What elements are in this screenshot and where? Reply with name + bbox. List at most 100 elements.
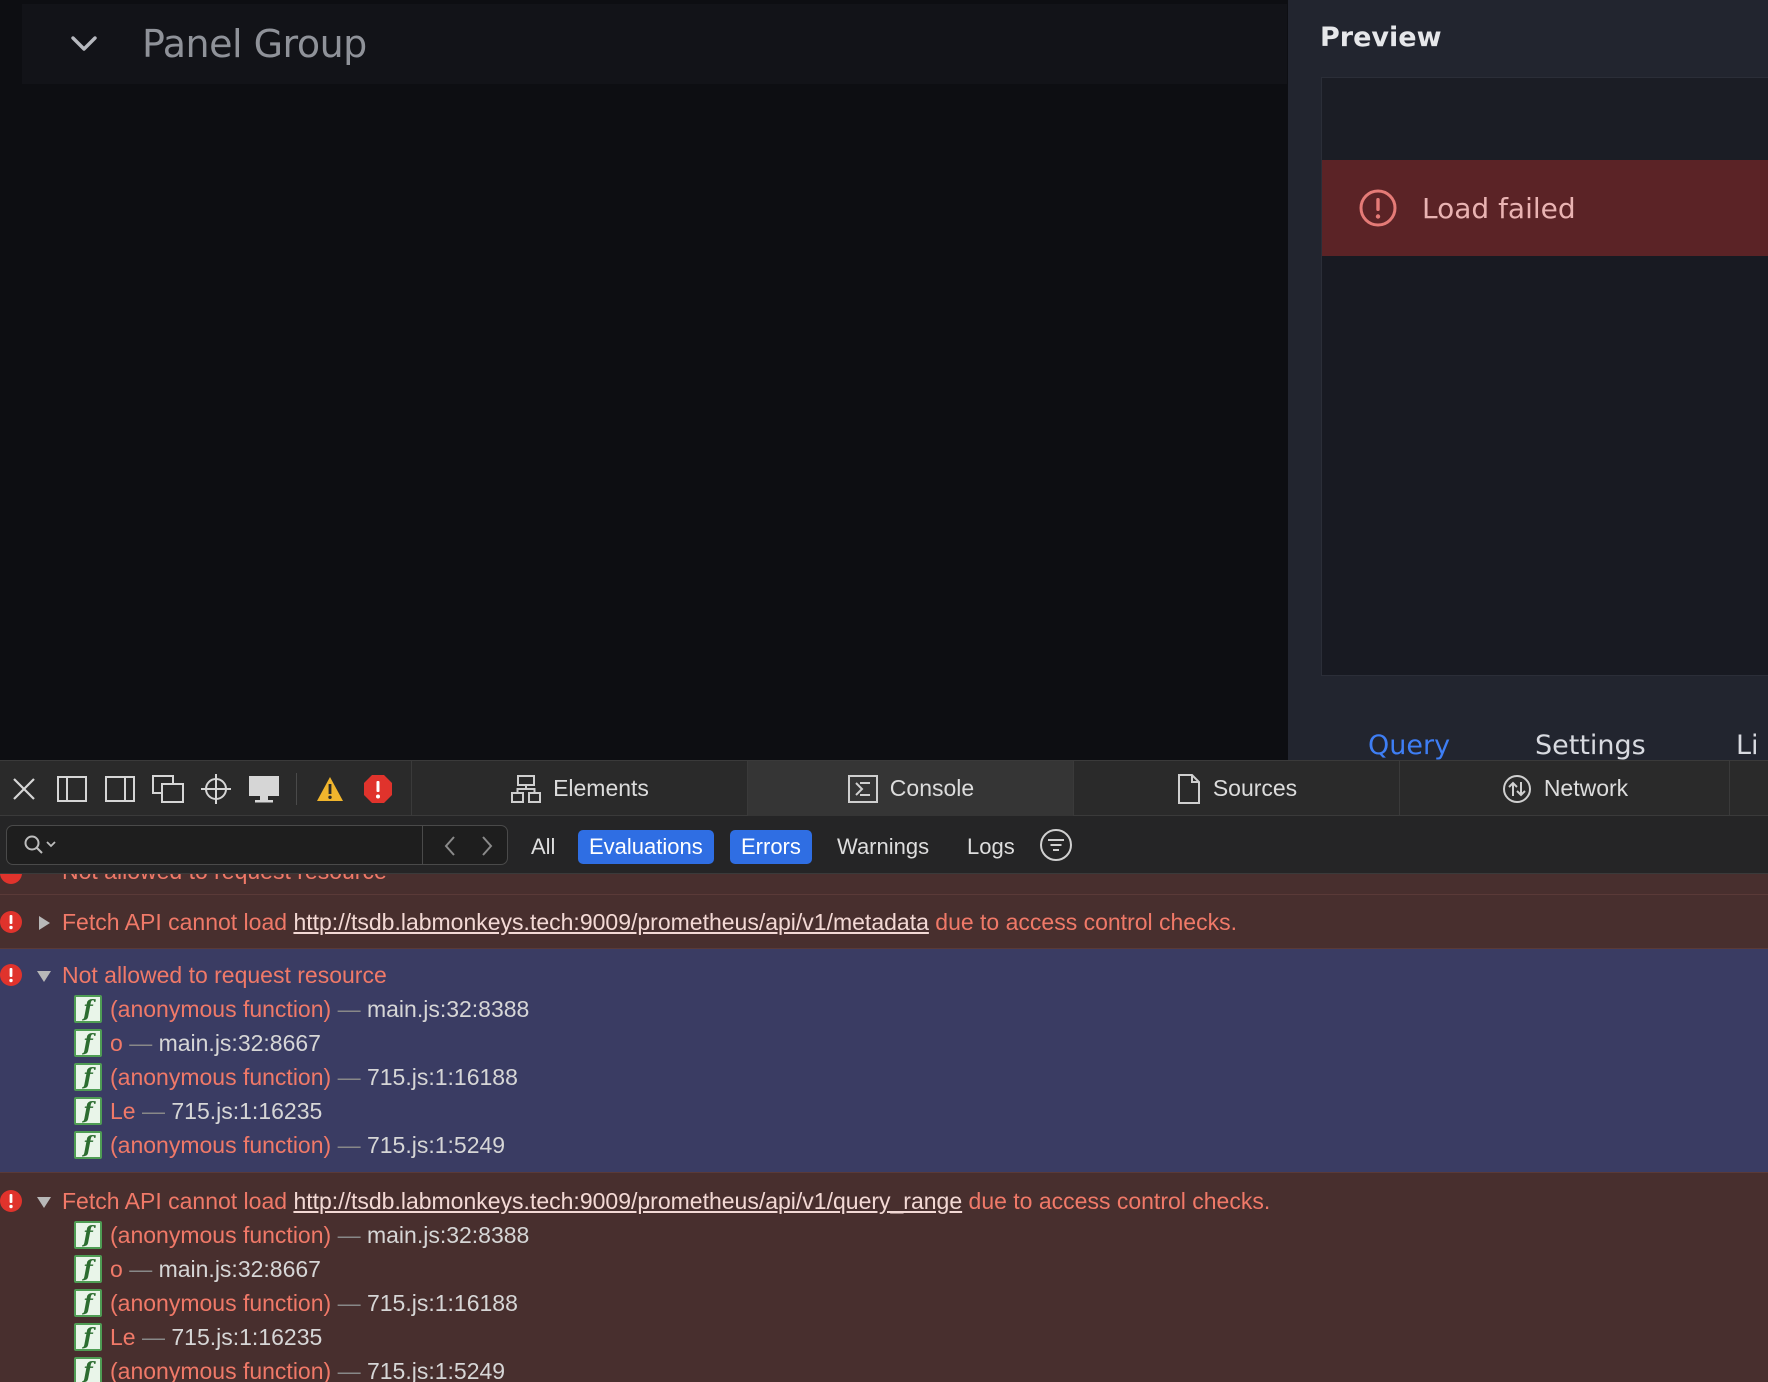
stack-frame[interactable]: f (anonymous function) — main.js:32:8388 [0, 1218, 1768, 1252]
undock-icon[interactable] [150, 771, 186, 807]
filter-logs[interactable]: Logs [956, 830, 1026, 864]
search-divider [422, 826, 423, 864]
filter-errors[interactable]: Errors [730, 830, 812, 864]
function-icon: f [74, 1221, 102, 1249]
frame-location[interactable]: main.js:32:8667 [159, 1256, 321, 1282]
console-output: Not allowed to request resource Fetch AP… [0, 874, 1768, 1382]
filter-evaluations[interactable]: Evaluations [578, 830, 714, 864]
tab-console[interactable]: Console [747, 761, 1074, 816]
sources-icon [1177, 773, 1200, 804]
frame-location[interactable]: main.js:32:8388 [367, 996, 529, 1022]
frame-dash: — [129, 1030, 153, 1056]
tab-network-label: Network [1543, 775, 1629, 801]
preview-title: Preview [1320, 22, 1442, 53]
frame-function: (anonymous function) [110, 1290, 332, 1316]
frame-dash: — [141, 1098, 165, 1124]
stack-frame[interactable]: f (anonymous function) — 715.js:1:16188 [0, 1286, 1768, 1320]
frame-function: (anonymous function) [110, 1064, 332, 1090]
frame-location[interactable]: 715.js:1:5249 [367, 1358, 505, 1382]
frame-location[interactable]: main.js:32:8667 [159, 1030, 321, 1056]
tab-sources-label: Sources [1212, 775, 1298, 801]
message-text: Fetch API cannot load [62, 1188, 294, 1214]
frame-location[interactable]: 715.js:1:16188 [367, 1064, 518, 1090]
frame-dash: — [337, 1064, 361, 1090]
message-head: Fetch API cannot load http://tsdb.labmon… [0, 905, 1768, 939]
app-area: Panel Group Preview Load failed Query Se… [0, 0, 1768, 760]
stack-frame[interactable]: f Le — 715.js:1:16235 [0, 1320, 1768, 1354]
dock-right-icon[interactable] [102, 771, 138, 807]
frame-function: Le [110, 1324, 136, 1350]
elements-icon [511, 774, 542, 803]
frame-function: o [110, 1030, 123, 1056]
dock-left-icon[interactable] [54, 771, 90, 807]
close-icon[interactable] [6, 771, 42, 807]
frame-dash: — [141, 1324, 165, 1350]
crosshair-icon[interactable] [198, 771, 234, 807]
load-failed-alert: Load failed [1322, 160, 1768, 256]
frame-function: (anonymous function) [110, 1358, 332, 1382]
frame-location[interactable]: 715.js:1:5249 [367, 1132, 505, 1158]
frame-function: (anonymous function) [110, 1222, 332, 1248]
frame-location[interactable]: 715.js:1:16235 [171, 1098, 322, 1124]
disclosure-down-icon[interactable] [36, 1194, 52, 1210]
frame-location[interactable]: main.js:32:8388 [367, 1222, 529, 1248]
function-icon: f [74, 1289, 102, 1317]
tab-network[interactable]: Network [1399, 761, 1730, 816]
disclosure-down-icon[interactable] [36, 968, 52, 984]
warning-icon[interactable] [312, 771, 348, 807]
tab-li[interactable]: Li [1736, 730, 1759, 760]
frame-location[interactable]: 715.js:1:16188 [367, 1290, 518, 1316]
tab-overflow[interactable] [1729, 761, 1768, 816]
message-text-suffix: due to access control checks. [962, 1188, 1271, 1214]
toolbar-divider [296, 773, 297, 805]
console-search-input[interactable] [71, 829, 425, 863]
console-icon [847, 774, 878, 803]
chevron-down-icon[interactable] [64, 24, 104, 64]
load-failed-text: Load failed [1422, 191, 1576, 225]
preview-topbar [1322, 78, 1768, 160]
function-icon: f [74, 1357, 102, 1382]
stack-frame[interactable]: fo — main.js:32:8667 [0, 1252, 1768, 1286]
console-message[interactable]: Fetch API cannot load http://tsdb.labmon… [0, 1172, 1768, 1382]
message-url[interactable]: http://tsdb.labmonkeys.tech:9009/prometh… [293, 909, 928, 935]
filter-all[interactable]: All [520, 830, 566, 864]
frame-function: o [110, 1256, 123, 1282]
stack-frame[interactable]: f (anonymous function) — 715.js:1:5249 [0, 1128, 1768, 1162]
tab-query[interactable]: Query [1368, 730, 1450, 760]
devtools-tab-bar: Elements Console Sources Network [0, 760, 1768, 816]
tab-sources[interactable]: Sources [1073, 761, 1400, 816]
stack-frame[interactable]: f (anonymous function) — 715.js:1:16188 [0, 1060, 1768, 1094]
console-filter-bar: All Evaluations Errors Warnings Logs [0, 816, 1768, 874]
filter-warnings[interactable]: Warnings [826, 830, 940, 864]
tab-elements[interactable]: Elements [411, 761, 748, 816]
stack-frame[interactable]: f (anonymous function) — main.js:32:8388 [0, 992, 1768, 1026]
chevron-right-icon[interactable] [473, 832, 501, 860]
console-message[interactable]: Fetch API cannot load http://tsdb.labmon… [0, 894, 1768, 949]
device-icon[interactable] [246, 771, 282, 807]
tab-console-label: Console [889, 775, 975, 801]
function-icon: f [74, 1063, 102, 1091]
chevron-left-icon[interactable] [436, 832, 464, 860]
stack-frame[interactable]: fo — main.js:32:8667 [0, 1026, 1768, 1060]
frame-dash: — [337, 996, 361, 1022]
frame-location[interactable]: 715.js:1:16235 [171, 1324, 322, 1350]
preview-box: Load failed [1321, 77, 1768, 676]
console-message[interactable]: Not allowed to request resource f (anonym… [0, 949, 1768, 1172]
stack-frame[interactable]: f Le — 715.js:1:16235 [0, 1094, 1768, 1128]
function-icon: f [74, 1255, 102, 1283]
alert-circle-icon [1359, 189, 1397, 227]
frame-dash: — [129, 1256, 153, 1282]
search-icon[interactable] [23, 834, 61, 856]
tab-settings[interactable]: Settings [1535, 730, 1646, 760]
error-icon[interactable] [360, 771, 396, 807]
filter-options-icon[interactable] [1038, 827, 1074, 863]
function-icon: f [74, 1029, 102, 1057]
disclosure-right-icon[interactable] [36, 915, 52, 931]
function-icon: f [74, 1097, 102, 1125]
network-icon [1502, 774, 1531, 803]
stack-frame[interactable]: f (anonymous function) — 715.js:1:5249 [0, 1354, 1768, 1382]
clipped-message-text: Not allowed to request resource [62, 874, 387, 885]
message-text: Not allowed to request resource [62, 962, 387, 988]
function-icon: f [74, 1323, 102, 1351]
message-url[interactable]: http://tsdb.labmonkeys.tech:9009/prometh… [293, 1188, 962, 1214]
